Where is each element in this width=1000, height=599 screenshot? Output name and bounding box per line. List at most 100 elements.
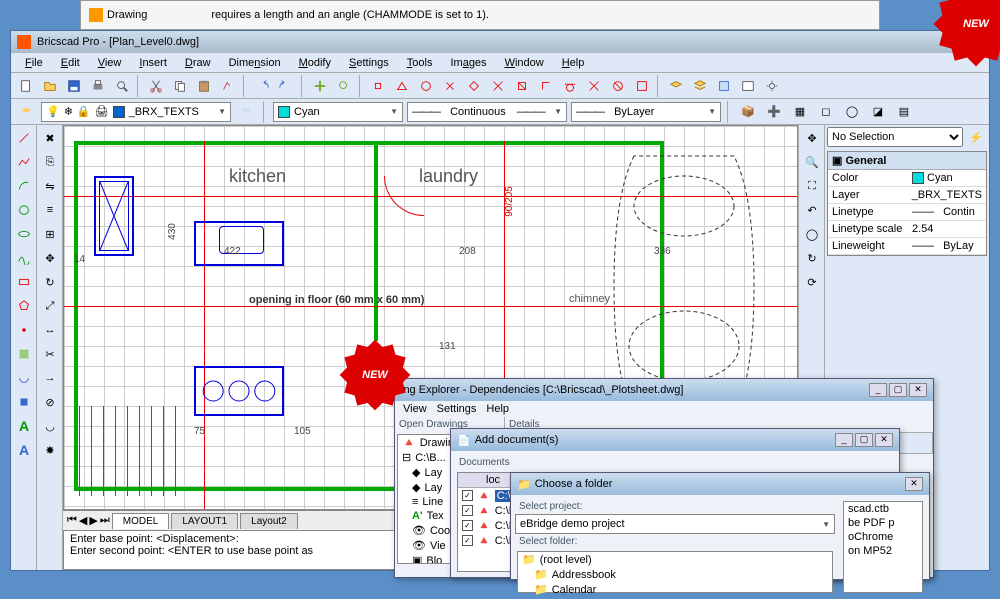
copy-button[interactable] [169,75,191,97]
prop-ltscale[interactable]: Linetype scale2.54 [828,221,986,238]
snap-mid-button[interactable] [391,75,413,97]
exp-menu-settings[interactable]: Settings [437,403,477,415]
tab-nav-last[interactable]: ⏭ [100,514,110,527]
menu-file[interactable]: File [17,55,51,71]
file-item[interactable]: be PDF p [844,516,922,530]
stretch-button[interactable]: ↔ [39,319,61,341]
polygon-button[interactable] [13,295,35,317]
min-button[interactable]: _ [835,433,853,447]
tab-nav-first[interactable]: ⏮ [67,514,77,527]
linetype-combo[interactable]: ——— Continuous ——— ▼ [407,102,567,122]
folder-item[interactable]: 📁 Addressbook [518,567,832,582]
trim-button[interactable]: ✂ [39,343,61,365]
snap-none-button[interactable] [607,75,629,97]
print-button[interactable] [87,75,109,97]
zoomwin-button[interactable]: 🔍 [801,151,823,173]
line-button[interactable] [13,127,35,149]
snap-int-button[interactable] [487,75,509,97]
ellipse-button[interactable] [13,223,35,245]
snap-node-button[interactable] [439,75,461,97]
prop-layer[interactable]: Layer_BRX_TEXTS [828,187,986,204]
wipeout-button[interactable]: ◪ [867,101,889,123]
table-button[interactable]: ▤ [893,101,915,123]
hatch2-button[interactable] [13,343,35,365]
boundary-button[interactable]: ◯ [841,101,863,123]
settings-button[interactable] [761,75,783,97]
open-button[interactable] [39,75,61,97]
menu-view[interactable]: View [90,55,130,71]
rotate-button[interactable]: ↻ [39,271,61,293]
close-button[interactable]: ✕ [905,477,923,491]
snap-end-button[interactable] [367,75,389,97]
menu-window[interactable]: Window [497,55,552,71]
tab-layout2[interactable]: Layout2 [240,513,298,529]
layers-button[interactable] [689,75,711,97]
layer-iso-button[interactable] [235,101,257,123]
region-button[interactable]: ◻ [815,101,837,123]
erase-button[interactable]: ✖ [39,127,61,149]
orbit-button[interactable]: ◯ [801,223,823,245]
adddoc-title[interactable]: 📄Add document(s) _▢✕ [451,429,899,451]
zoomprev-button[interactable]: ↶ [801,199,823,221]
close-button[interactable]: ✕ [909,383,927,397]
folder-item[interactable]: 📁 Calendar [518,582,832,597]
menu-insert[interactable]: Insert [131,55,175,71]
layer-props-button[interactable] [15,101,37,123]
array-button[interactable]: ⊞ [39,223,61,245]
offset-button[interactable]: ≡ [39,199,61,221]
hatch-button[interactable]: ▦ [789,101,811,123]
boundary2-button[interactable] [13,367,35,389]
region2-button[interactable] [13,391,35,413]
choose-title[interactable]: 📁Choose a folder ✕ [511,473,929,495]
arc-button[interactable] [13,175,35,197]
menu-modify[interactable]: Modify [291,55,339,71]
group-general[interactable]: ▣ General [828,152,986,170]
snap-quad-button[interactable] [463,75,485,97]
tab-nav-next[interactable]: ▶ [89,514,97,527]
explorer-button[interactable] [737,75,759,97]
menu-dimension[interactable]: Dimension [221,55,289,71]
zoom-button[interactable] [333,75,355,97]
lineweight-combo[interactable]: ——— ByLayer ▼ [571,102,721,122]
mirror-button[interactable]: ⇋ [39,175,61,197]
regen-button[interactable]: ↻ [801,247,823,269]
move-button[interactable]: ✥ [39,247,61,269]
max-button[interactable]: ▢ [855,433,873,447]
max-button[interactable]: ▢ [889,383,907,397]
scale-button[interactable]: ⤢ [39,295,61,317]
color-combo[interactable]: Cyan ▼ [273,102,403,122]
point-button[interactable] [13,319,35,341]
project-combo[interactable]: eBridge demo project▼ [515,514,835,534]
prop-color[interactable]: ColorCyan [828,170,986,187]
extend-button[interactable]: → [39,367,61,389]
snap-perp-button[interactable] [535,75,557,97]
circle-button[interactable] [13,199,35,221]
snap-cen-button[interactable] [415,75,437,97]
min-button[interactable]: _ [869,383,887,397]
tab-nav-prev[interactable]: ◀ [79,514,87,527]
preview-button[interactable] [111,75,133,97]
xref-button[interactable] [713,75,735,97]
prop-linetype[interactable]: Linetype—— Contin [828,204,986,221]
pline-button[interactable] [13,151,35,173]
menu-draw[interactable]: Draw [177,55,219,71]
tab-model[interactable]: MODEL [112,513,170,529]
pan-button[interactable] [309,75,331,97]
menu-help[interactable]: Help [554,55,593,71]
snap-near-button[interactable] [583,75,605,97]
pan2-button[interactable]: ✥ [801,127,823,149]
zoomext-button[interactable]: ⛶ [801,175,823,197]
exp-menu-help[interactable]: Help [486,403,509,415]
mtext-button[interactable]: A [13,439,35,461]
undo-button[interactable] [251,75,273,97]
block-button[interactable]: 📦 [737,101,759,123]
snap-ins-button[interactable] [511,75,533,97]
new-button[interactable] [15,75,37,97]
layer-button[interactable] [665,75,687,97]
insert-button[interactable]: ➕ [763,101,785,123]
filter-button[interactable]: ⚡ [965,126,987,148]
match-button[interactable] [217,75,239,97]
rect-button[interactable] [13,271,35,293]
paste-button[interactable] [193,75,215,97]
file-item[interactable]: on MP52 [844,544,922,558]
